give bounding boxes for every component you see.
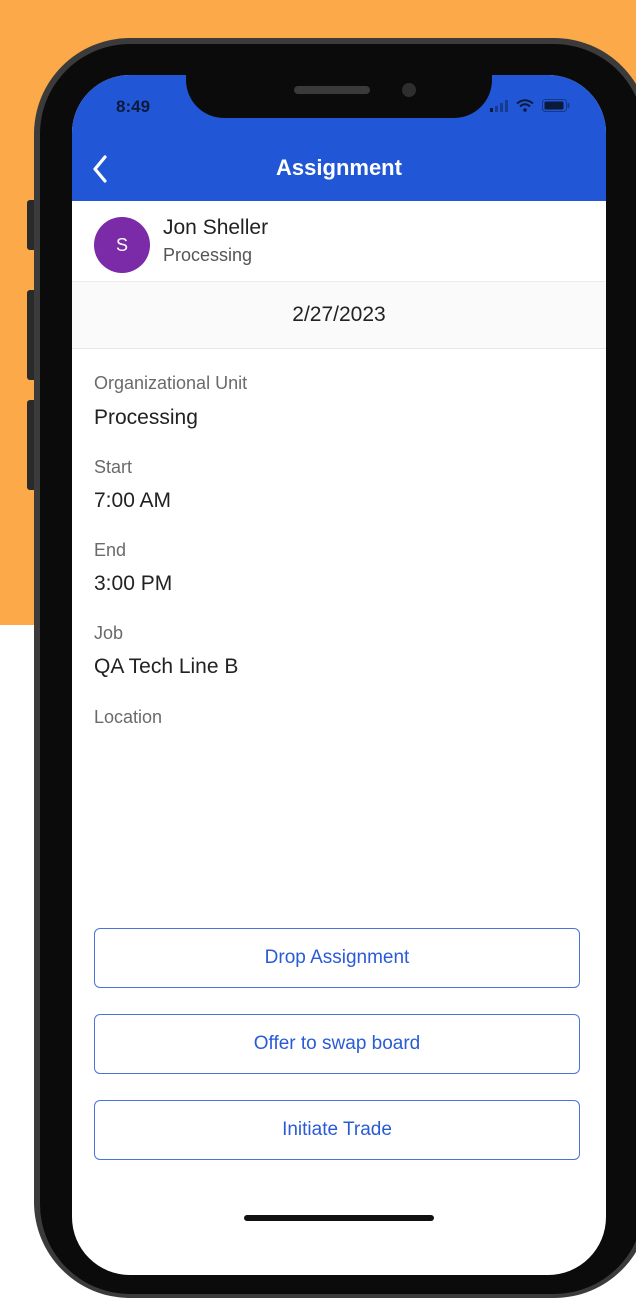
- start-value: 7:00 AM: [94, 489, 172, 512]
- app-screen: 8:49 Assignment S Jon Sheller Processing…: [72, 75, 606, 1275]
- employee-department: Processing: [163, 245, 253, 265]
- drop-assignment-button[interactable]: Drop Assignment: [94, 928, 580, 988]
- front-camera: [402, 83, 416, 97]
- end-label: End: [94, 540, 127, 560]
- speaker-grille: [294, 86, 370, 94]
- home-indicator[interactable]: [244, 1215, 434, 1221]
- org-unit-value: Processing: [94, 406, 198, 429]
- status-time: 8:49: [116, 97, 151, 116]
- end-value: 3:00 PM: [94, 572, 173, 595]
- wifi-icon: [516, 99, 534, 112]
- location-label: Location: [94, 707, 163, 727]
- assignment-date: 2/27/2023: [72, 282, 606, 349]
- employee-row: S Jon Sheller Processing: [72, 201, 606, 282]
- offer-swap-board-button[interactable]: Offer to swap board: [94, 1014, 580, 1074]
- org-unit-label: Organizational Unit: [94, 373, 248, 393]
- initiate-trade-button[interactable]: Initiate Trade: [94, 1100, 580, 1160]
- job-value: QA Tech Line B: [94, 655, 239, 678]
- job-label: Job: [94, 623, 124, 643]
- page-title: Assignment: [276, 155, 402, 180]
- signal-icon: [490, 99, 508, 112]
- start-label: Start: [94, 457, 133, 477]
- avatar: S: [94, 217, 150, 273]
- status-icons: [490, 99, 570, 112]
- employee-name: Jon Sheller: [163, 216, 269, 239]
- phone-notch: [186, 44, 492, 118]
- battery-icon: [542, 99, 570, 112]
